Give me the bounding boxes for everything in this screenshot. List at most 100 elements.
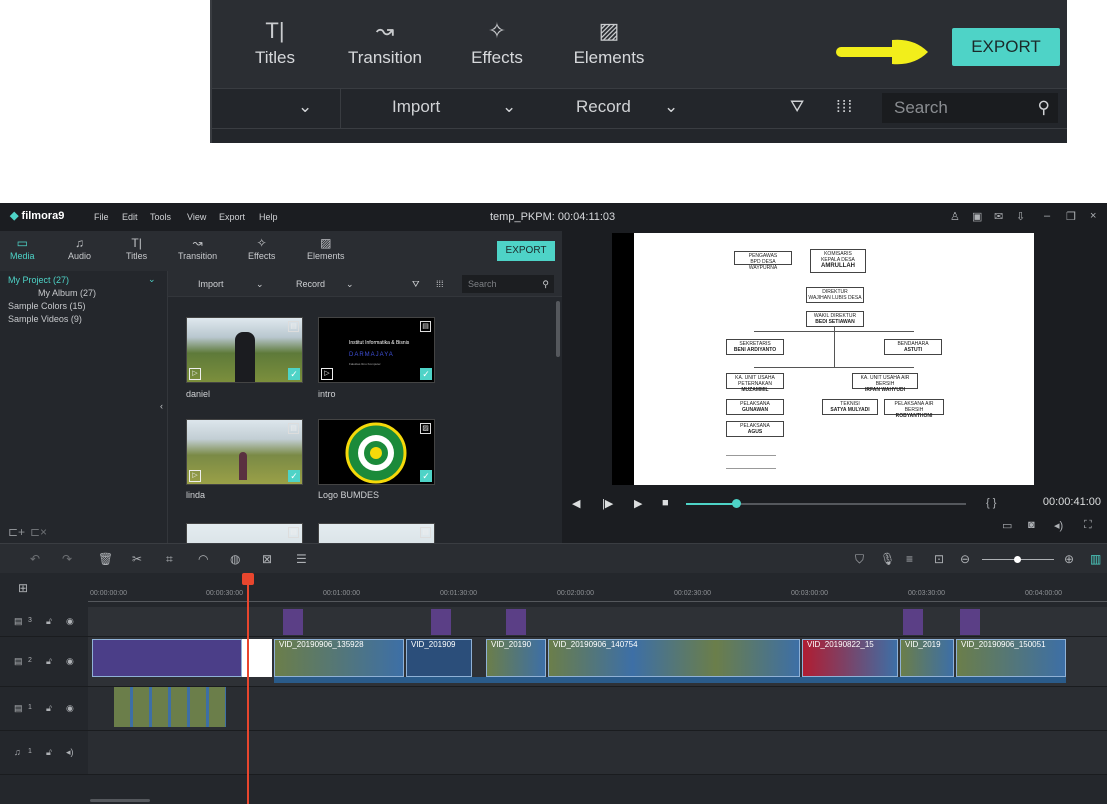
panel-toggle-icon[interactable]: ▥ xyxy=(1090,552,1101,566)
zoom-fit-icon[interactable]: ⊡ xyxy=(934,552,944,566)
menu-file[interactable]: File xyxy=(94,212,109,222)
mail-icon[interactable]: ✉ xyxy=(994,210,1003,223)
redo-icon[interactable]: ↷ xyxy=(62,552,72,566)
menu-help[interactable]: Help xyxy=(259,212,278,222)
timeline-ruler[interactable]: 00:00:00:00 00:00:30:00 00:01:00:00 00:0… xyxy=(88,573,1107,607)
import-button[interactable]: Import xyxy=(198,279,224,289)
chevron-down-icon[interactable]: ⌄ xyxy=(148,274,156,285)
track-video-3[interactable] xyxy=(88,607,1107,637)
zoom-tab-elements[interactable]: ▨ Elements xyxy=(570,14,648,68)
record-button[interactable]: Record xyxy=(296,279,325,289)
save-icon[interactable]: ▣ xyxy=(972,210,982,223)
zoom-record-chevron-icon[interactable]: ⌄ xyxy=(664,97,678,117)
eye-icon[interactable]: ◉ xyxy=(66,703,74,714)
overlay-clip[interactable] xyxy=(903,609,923,635)
media-thumb-partial-2[interactable]: ▤ xyxy=(318,523,435,543)
scrub-track[interactable] xyxy=(686,499,966,508)
stop-icon[interactable]: ■ xyxy=(662,497,669,509)
marker-icon[interactable]: ⛉ xyxy=(855,552,864,567)
search-icon[interactable]: ⚲ xyxy=(542,275,549,293)
tab-transition[interactable]: ↝ Transition xyxy=(178,235,217,261)
library-item-my-album[interactable]: My Album (27) xyxy=(38,288,96,298)
new-folder-icon[interactable]: ⊏+ xyxy=(8,525,25,539)
track-audio-1[interactable] xyxy=(88,731,1107,775)
library-item-my-project[interactable]: My Project (27) xyxy=(8,275,69,285)
timeline-clip[interactable]: VID_20190906_140754 xyxy=(548,639,800,677)
in-out-brackets-icon[interactable]: { } xyxy=(986,497,996,509)
undo-icon[interactable]: ↶ xyxy=(30,552,40,566)
tab-effects[interactable]: ✧ Effects xyxy=(248,235,275,261)
zoom-search-icon[interactable]: ⚲ xyxy=(1038,93,1050,123)
menu-tools[interactable]: Tools xyxy=(150,212,171,222)
timeline-clip[interactable]: VID_20190906_150051 xyxy=(956,639,1066,677)
track-video-2[interactable]: VID_20190906_135928 VID_201909 VID_20190… xyxy=(88,637,1107,687)
tab-media[interactable]: ▭ Media xyxy=(10,235,35,261)
account-icon[interactable]: ♙ xyxy=(950,210,960,223)
prev-frame-icon[interactable]: ◀ xyxy=(572,497,580,510)
library-item-sample-videos[interactable]: Sample Videos (9) xyxy=(8,314,82,324)
volume-icon[interactable]: ◂) xyxy=(1054,519,1063,532)
play-preview-icon[interactable]: ▷ xyxy=(189,470,201,482)
crop-icon[interactable]: ⌗ xyxy=(166,552,173,567)
lock-icon[interactable]: 🔓︎ xyxy=(46,747,52,758)
overlay-clip[interactable] xyxy=(431,609,451,635)
play-icon[interactable]: ▶ xyxy=(634,497,642,510)
tab-titles[interactable]: T| Titles xyxy=(126,235,147,261)
zoom-slider[interactable] xyxy=(982,556,1054,563)
speaker-icon[interactable]: ◂) xyxy=(66,747,74,758)
eye-icon[interactable]: ◉ xyxy=(66,656,74,667)
zoom-import-chevron-icon[interactable]: ⌄ xyxy=(502,97,516,117)
playhead[interactable] xyxy=(247,574,249,804)
zoom-filter-icon[interactable]: ⛛ xyxy=(790,97,804,117)
media-thumb-linda[interactable]: ▤ ▷ ✓ xyxy=(186,419,303,485)
render-preview-icon[interactable]: ▭ xyxy=(1002,519,1012,532)
search-input[interactable]: Search ⚲ xyxy=(462,275,554,293)
zoom-search-input[interactable]: Search ⚲ xyxy=(882,93,1058,123)
media-thumb-partial-1[interactable]: ▤ xyxy=(186,523,303,543)
menu-export[interactable]: Export xyxy=(219,212,245,222)
grid-view-icon[interactable]: ⁞⁞⁞ xyxy=(436,279,444,289)
tab-audio[interactable]: ♫ Audio xyxy=(68,235,91,261)
snapshot-icon[interactable]: ◙ xyxy=(1028,519,1035,531)
audio-mixer-icon[interactable]: ☰ xyxy=(296,552,307,566)
zoom-record-button[interactable]: Record xyxy=(576,97,631,117)
track-video-1[interactable] xyxy=(88,687,1107,731)
fullscreen-icon[interactable]: ⛶ xyxy=(1084,519,1092,532)
add-track-icon[interactable]: ⊞ xyxy=(18,581,28,595)
step-play-icon[interactable]: |▶ xyxy=(602,497,613,510)
media-thumb-daniel[interactable]: ▤ ▷ ✓ xyxy=(186,317,303,383)
timeline-clip[interactable]: VID_201909 xyxy=(406,639,472,677)
delete-folder-icon[interactable]: ⊏× xyxy=(30,525,47,539)
record-chevron-icon[interactable]: ⌄ xyxy=(346,279,354,290)
timeline-clip[interactable]: VID_20190906_135928 xyxy=(274,639,404,677)
zoom-import-button[interactable]: Import xyxy=(392,97,440,117)
zoom-collapse-chevron-icon[interactable]: ⌄ xyxy=(298,97,312,117)
timeline-clip[interactable]: VID_20190822_15 xyxy=(802,639,898,677)
timeline-clip[interactable]: VID_2019 xyxy=(900,639,954,677)
color-icon[interactable]: ◍ xyxy=(230,552,240,566)
zoom-grid-view-icon[interactable]: ⁞⁞⁞ xyxy=(836,97,853,117)
play-preview-icon[interactable]: ▷ xyxy=(189,368,201,380)
scrub-handle[interactable] xyxy=(732,499,742,508)
video-clips-group[interactable] xyxy=(114,687,226,727)
media-scrollbar[interactable] xyxy=(556,301,560,357)
mixer-icon[interactable]: ≡ xyxy=(906,552,913,566)
tab-elements[interactable]: ▨ Elements xyxy=(307,235,345,261)
lock-icon[interactable]: 🔓︎ xyxy=(46,703,52,714)
zoom-in-icon[interactable]: ⊕ xyxy=(1064,552,1074,566)
restore-icon[interactable]: ❐ xyxy=(1066,210,1076,223)
zoom-out-icon[interactable]: ⊖ xyxy=(960,552,970,566)
overlay-clip[interactable] xyxy=(506,609,526,635)
overlay-clip[interactable] xyxy=(960,609,980,635)
delete-icon[interactable]: 🗑︎ xyxy=(98,552,113,566)
library-item-sample-colors[interactable]: Sample Colors (15) xyxy=(8,301,86,311)
green-screen-icon[interactable]: ⊠ xyxy=(262,552,272,566)
filter-icon[interactable]: ⛛ xyxy=(412,279,420,290)
title-clips-group[interactable] xyxy=(92,639,242,677)
eye-icon[interactable]: ◉ xyxy=(66,616,74,627)
close-icon[interactable]: × xyxy=(1090,210,1096,222)
speed-icon[interactable]: ◠ xyxy=(198,552,208,566)
download-icon[interactable]: ⇩ xyxy=(1016,210,1025,223)
voiceover-icon[interactable]: 🎙︎ xyxy=(880,552,895,566)
media-thumb-logo-bumdes[interactable]: ▨ ✓ xyxy=(318,419,435,485)
